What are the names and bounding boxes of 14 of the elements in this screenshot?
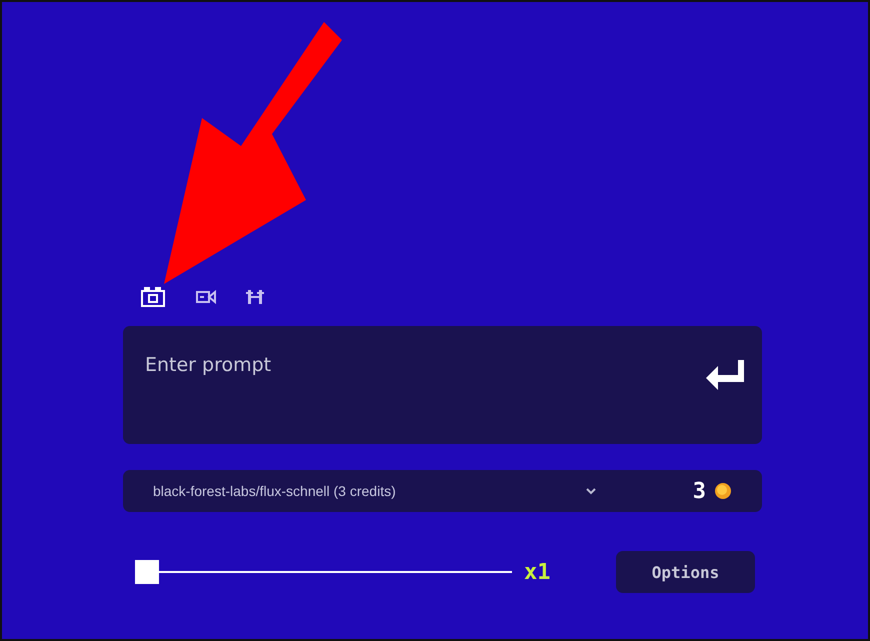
- count-slider[interactable]: [135, 560, 512, 584]
- slider-thumb[interactable]: [135, 560, 159, 584]
- chevron-down-icon: [584, 487, 597, 495]
- model-select[interactable]: black-forest-labs/flux-schnell (3 credits) 3: [123, 470, 762, 512]
- resize-tab[interactable]: [246, 289, 264, 305]
- enter-icon[interactable]: [704, 360, 746, 392]
- prompt-field[interactable]: Enter prompt: [123, 326, 762, 444]
- count-value: x1: [524, 560, 550, 584]
- options-button[interactable]: Options: [616, 551, 755, 593]
- credit-count: 3: [692, 478, 706, 504]
- model-value: black-forest-labs/flux-schnell (3 credits): [153, 483, 396, 499]
- video-camera-tab[interactable]: [196, 289, 216, 305]
- camera-tab[interactable]: [140, 286, 166, 308]
- coin-icon: [714, 482, 732, 500]
